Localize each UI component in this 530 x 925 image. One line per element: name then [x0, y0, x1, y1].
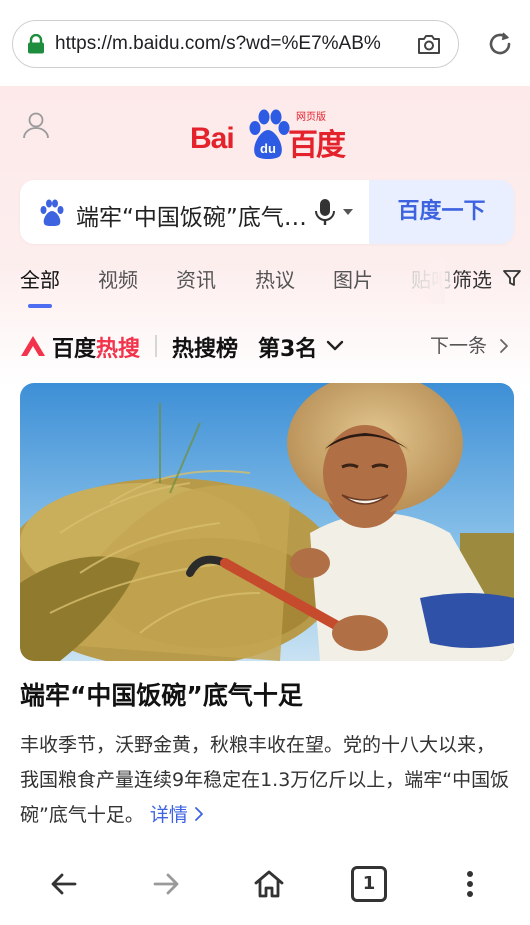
- hot-brand-hot: 热搜: [96, 337, 141, 362]
- active-tab-indicator: [28, 304, 52, 308]
- tabs-fade: [405, 258, 445, 304]
- paw-logo-icon: du: [249, 109, 290, 159]
- details-link[interactable]: 详情: [150, 804, 206, 826]
- filter-button[interactable]: 筛选: [452, 264, 492, 293]
- filter-icon[interactable]: [502, 268, 522, 288]
- result-tabs: 全部 视频 资讯 热议 图片 贴吧 筛选: [0, 258, 530, 310]
- browser-bottom-nav: 1: [0, 850, 530, 925]
- camera-icon[interactable]: [417, 33, 441, 55]
- hot-search-logo-icon: [21, 336, 45, 356]
- article-title[interactable]: 端牢“中国饭碗”底气十足: [20, 676, 514, 712]
- chevron-right-icon: [195, 807, 203, 821]
- hot-list-label[interactable]: 热搜榜: [172, 331, 238, 363]
- chevron-right-icon[interactable]: [498, 337, 510, 355]
- search-button[interactable]: 百度一下: [369, 180, 514, 244]
- home-icon[interactable]: [249, 864, 289, 904]
- lock-icon: [28, 34, 44, 54]
- tab-all[interactable]: 全部: [20, 264, 60, 293]
- logo-text-du: du: [260, 141, 276, 156]
- article-image[interactable]: [20, 383, 514, 661]
- hot-search-bar[interactable]: 百度热搜 热搜榜 第3名 下一条: [0, 325, 530, 367]
- logo-text-bai: Bai: [190, 122, 235, 155]
- search-box[interactable]: 端牢“中国饭碗”底气十足 百度一下: [20, 180, 514, 244]
- forward-arrow-icon[interactable]: [146, 864, 186, 904]
- back-arrow-icon[interactable]: [44, 864, 84, 904]
- logo-text-cn: 百度: [288, 128, 346, 163]
- tab-video[interactable]: 视频: [98, 264, 138, 293]
- tab-news[interactable]: 资讯: [176, 264, 216, 293]
- tab-switcher-button[interactable]: 1: [351, 866, 387, 902]
- user-icon[interactable]: [21, 110, 51, 140]
- address-bar[interactable]: https://m.baidu.com/s?wd=%E7%AB%: [12, 20, 459, 68]
- caret-down-icon[interactable]: [342, 208, 354, 216]
- tab-discussion[interactable]: 热议: [255, 264, 295, 293]
- hot-search-brand: 百度热搜: [52, 331, 140, 363]
- search-input[interactable]: 端牢“中国饭碗”底气十足: [76, 198, 308, 228]
- reload-icon[interactable]: [486, 30, 514, 58]
- tab-images[interactable]: 图片: [333, 264, 373, 293]
- hot-rank[interactable]: 第3名: [258, 331, 317, 363]
- baidu-logo[interactable]: Bai du 网页版 百度: [190, 106, 350, 163]
- divider: [155, 335, 157, 357]
- article-summary-text: 丰收季节，沃野金黄，秋粮丰收在望。党的十八大以来，我国粮食产量连续9年稳定在1.…: [20, 734, 510, 826]
- harvest-photo: [20, 383, 514, 661]
- browser-toolbar: https://m.baidu.com/s?wd=%E7%AB%: [0, 0, 530, 86]
- next-item-link[interactable]: 下一条: [430, 331, 487, 358]
- details-link-label: 详情: [149, 804, 188, 826]
- chevron-down-icon[interactable]: [326, 339, 344, 353]
- article-summary: 丰收季节，沃野金黄，秋粮丰收在望。党的十八大以来，我国粮食产量连续9年稳定在1.…: [20, 728, 510, 833]
- microphone-icon[interactable]: [314, 198, 336, 226]
- more-options-icon[interactable]: [450, 864, 490, 904]
- url-text[interactable]: https://m.baidu.com/s?wd=%E7%AB%: [55, 33, 405, 57]
- baidu-paw-icon: [40, 199, 64, 226]
- hot-brand-prefix: 百度: [52, 337, 97, 362]
